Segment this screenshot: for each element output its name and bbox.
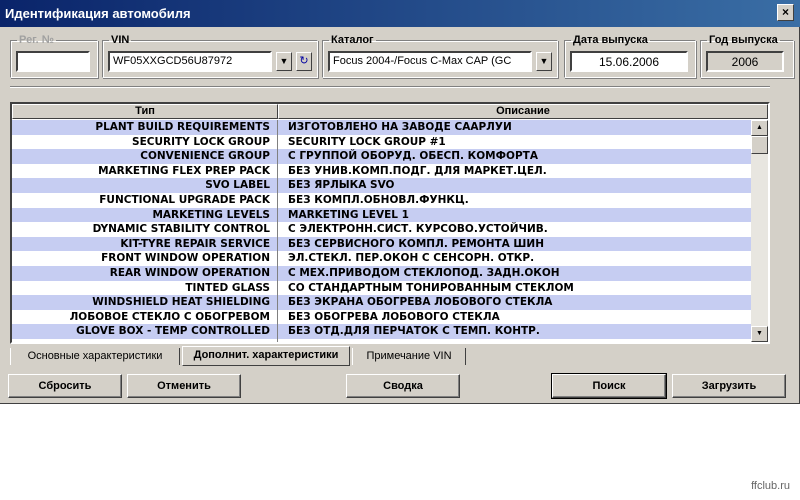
summary-button[interactable]: Сводка xyxy=(346,374,460,398)
table-row[interactable]: ЛОБОВОЕ СТЕКЛО С ОБОГРЕВОМ БЕЗ ОБОГРЕВА Л… xyxy=(12,309,751,325)
cell-type: PLANT BUILD REQUIREMENTS xyxy=(95,121,270,133)
separator-line xyxy=(10,86,770,88)
cell-type: FUNCTIONAL UPGRADE PACK xyxy=(99,193,270,206)
search-button[interactable]: Поиск xyxy=(551,373,667,399)
vin-dropdown-button[interactable]: ▼ xyxy=(276,52,292,71)
cell-type: GLOVE BOX - TEMP CONTROLLED xyxy=(76,325,270,338)
refresh-icon: ↻ xyxy=(299,55,309,67)
watermark: ffclub.ru xyxy=(751,480,790,492)
year-input: 2006 xyxy=(706,51,784,72)
cell-description: ЭЛ.СТЕКЛ. ПЕР.ОКОН С СЕНСОРН. ОТКР. xyxy=(288,252,535,265)
reg-number-input[interactable] xyxy=(16,51,90,72)
column-divider xyxy=(277,120,278,342)
arrow-down-icon: ▼ xyxy=(539,56,549,66)
column-header-type[interactable]: Тип xyxy=(12,104,278,119)
cell-description: БЕЗ ЭКРАНА ОБОГРЕВА ЛОБОВОГО СТЕКЛА xyxy=(288,296,553,309)
cell-description: БЕЗ ЯРЛЫКА SVO xyxy=(288,179,395,192)
arrow-down-icon: ▼ xyxy=(279,56,289,66)
reg-number-label: Рег. № xyxy=(19,34,55,46)
cell-type: MARKETING LEVELS xyxy=(152,208,270,221)
table-row[interactable]: TINTED GLASS СО СТАНДАРТНЫМ ТОНИРОВАННЫМ … xyxy=(12,280,751,296)
grid-header: Тип Описание xyxy=(12,104,768,119)
cell-type: TINTED GLASS xyxy=(185,281,270,294)
scroll-up-button[interactable]: ▲ xyxy=(751,120,768,136)
table-row[interactable]: DYNAMIC STABILITY CONTROL С ЭЛЕКТРОНН.СИС… xyxy=(12,222,751,237)
table-row[interactable]: KIT-TYRE REPAIR SERVICE БЕЗ СЕРВИСНОГО КО… xyxy=(12,236,751,252)
date-input[interactable]: 15.06.2006 xyxy=(570,51,688,72)
cell-type: ЛОБОВОЕ СТЕКЛО С ОБОГРЕВОМ xyxy=(69,310,270,323)
cell-description: ИЗГОТОВЛЕНО НА ЗАВОДЕ СААРЛУИ xyxy=(288,121,512,133)
catalog-label: Каталог xyxy=(331,34,374,46)
cell-description: БЕЗ ОБОГРЕВА ЛОБОВОГО СТЕКЛА xyxy=(288,310,500,323)
grid-rows: PLANT BUILD REQUIREMENTS ИЗГОТОВЛЕНО НА З… xyxy=(12,120,751,339)
table-row[interactable]: PLANT BUILD REQUIREMENTS ИЗГОТОВЛЕНО НА З… xyxy=(12,120,751,135)
date-label: Дата выпуска xyxy=(573,34,648,46)
cell-description: С ЭЛЕКТРОНН.СИСТ. КУРСОВО.УСТОЙЧИВ. xyxy=(288,223,548,236)
cell-description: БЕЗ УНИВ.КОМП.ПОДГ. ДЛЯ МАРКЕТ.ЦЕЛ. xyxy=(288,164,547,177)
table-row[interactable]: MARKETING FLEX PREP PACK БЕЗ УНИВ.КОМП.ПО… xyxy=(12,163,751,179)
cell-description: БЕЗ СЕРВИСНОГО КОМПЛ. РЕМОНТА ШИН xyxy=(288,237,544,250)
cell-type: CONVENIENCE GROUP xyxy=(140,150,270,163)
table-row[interactable]: MARKETING LEVELS MARKETING LEVEL 1 xyxy=(12,207,751,223)
table-row[interactable]: CONVENIENCE GROUP С ГРУППОЙ ОБОРУД. ОБЕСП… xyxy=(12,149,751,164)
column-header-description[interactable]: Описание xyxy=(278,104,768,119)
load-button[interactable]: Загрузить xyxy=(672,374,786,398)
tab-main-characteristics[interactable]: Основные характеристики xyxy=(10,348,180,365)
tab-vin-notes[interactable]: Примечание VIN xyxy=(352,348,466,365)
table-row[interactable]: FRONT WINDOW OPERATION ЭЛ.СТЕКЛ. ПЕР.ОКОН… xyxy=(12,251,751,266)
reset-button[interactable]: Сбросить xyxy=(8,374,122,398)
table-row[interactable]: FUNCTIONAL UPGRADE PACK БЕЗ КОМПЛ.ОБНОВЛ.… xyxy=(12,192,751,208)
scroll-down-button[interactable]: ▼ xyxy=(751,326,768,342)
year-label: Год выпуска xyxy=(709,34,778,46)
cancel-button[interactable]: Отменить xyxy=(127,374,241,398)
vin-input[interactable]: WF05XXGCD56U87972 xyxy=(108,51,272,72)
catalog-select[interactable]: Focus 2004-/Focus C-Max CAP (GC xyxy=(328,51,532,72)
cell-description: MARKETING LEVEL 1 xyxy=(288,208,409,221)
table-row[interactable]: GLOVE BOX - TEMP CONTROLLED БЕЗ ОТД.ДЛЯ П… xyxy=(12,324,751,339)
catalog-dropdown-button[interactable]: ▼ xyxy=(536,52,552,71)
vin-refresh-button[interactable]: ↻ xyxy=(296,52,312,71)
table-row[interactable]: WINDSHIELD HEAT SHIELDING БЕЗ ЭКРАНА ОБОГ… xyxy=(12,295,751,310)
cell-type: SECURITY LOCK GROUP xyxy=(132,135,270,148)
cell-description: С МЕХ.ПРИВОДОМ СТЕКЛОПОД. ЗАДН.ОКОН xyxy=(288,266,560,279)
cell-description: БЕЗ КОМПЛ.ОБНОВЛ.ФУНКЦ. xyxy=(288,193,469,206)
close-button[interactable]: × xyxy=(777,4,794,21)
vin-label: VIN xyxy=(111,34,130,46)
tab-additional-characteristics[interactable]: Дополнит. характеристики xyxy=(182,346,350,366)
cell-type: DYNAMIC STABILITY CONTROL xyxy=(92,223,270,236)
title-bar[interactable]: Идентификация автомобиля × xyxy=(0,0,800,27)
table-row[interactable]: SECURITY LOCK GROUP SECURITY LOCK GROUP #… xyxy=(12,134,751,150)
cell-description: СО СТАНДАРТНЫМ ТОНИРОВАННЫМ СТЕКЛОМ xyxy=(288,281,574,294)
cell-description: С ГРУППОЙ ОБОРУД. ОБЕСП. КОМФОРТА xyxy=(288,150,538,163)
cell-type: KIT-TYRE REPAIR SERVICE xyxy=(120,237,270,250)
vertical-scrollbar[interactable]: ▲ ▼ xyxy=(751,120,768,342)
table-row[interactable]: SVO LABEL БЕЗ ЯРЛЫКА SVO xyxy=(12,178,751,193)
cell-type: REAR WINDOW OPERATION xyxy=(109,266,270,279)
cell-description: БЕЗ ОТД.ДЛЯ ПЕРЧАТОК С ТЕМП. КОНТР. xyxy=(288,325,540,338)
arrow-down-icon: ▼ xyxy=(756,330,763,337)
characteristics-grid[interactable]: Тип Описание PLANT BUILD REQUIREMENTS ИЗГ… xyxy=(10,102,770,344)
cell-type: WINDSHIELD HEAT SHIELDING xyxy=(92,296,270,309)
cell-type: MARKETING FLEX PREP PACK xyxy=(98,164,270,177)
cell-type: SVO LABEL xyxy=(205,179,270,192)
table-row[interactable]: REAR WINDOW OPERATION С МЕХ.ПРИВОДОМ СТЕК… xyxy=(12,265,751,281)
scroll-thumb[interactable] xyxy=(751,136,768,154)
window-title: Идентификация автомобиля xyxy=(5,6,191,21)
cell-description: SECURITY LOCK GROUP #1 xyxy=(288,135,446,148)
cell-type: FRONT WINDOW OPERATION xyxy=(101,252,270,265)
identification-window: Идентификация автомобиля × Рег. № VIN WF… xyxy=(0,0,800,404)
arrow-up-icon: ▲ xyxy=(756,124,763,131)
